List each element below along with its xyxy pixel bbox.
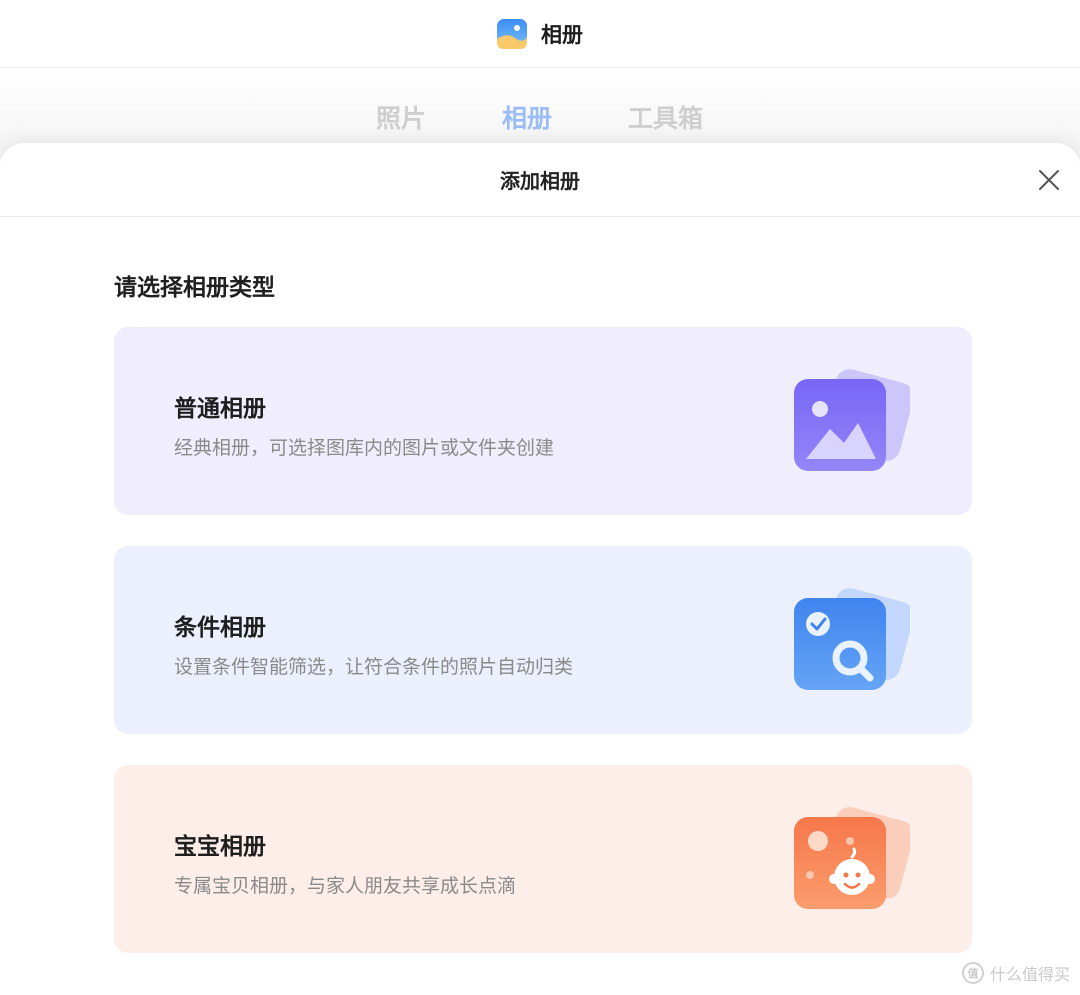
tab-toolbox[interactable]: 工具箱 — [628, 99, 703, 135]
album-type-heading: 请选择相册类型 — [114, 275, 275, 301]
card-description: 设置条件智能筛选，让符合条件的照片自动归类 — [174, 656, 574, 678]
app-header: 相册 — [0, 0, 1080, 68]
card-description: 经典相册，可选择图库内的图片或文件夹创建 — [174, 437, 555, 459]
watermark: 值 什么值得买 — [961, 961, 1070, 985]
baby-album-card[interactable]: 宝宝相册 专属宝贝相册，与家人朋友共享成长点滴 — [114, 765, 972, 953]
sheet-header: 添加相册 — [0, 143, 1080, 217]
add-album-sheet: 添加相册 请选择相册类型 普通相册 经典相册，可选择图库内的图片或文件夹创建 条… — [0, 143, 1080, 995]
card-title: 宝宝相册 — [174, 834, 266, 860]
image-album-icon — [794, 369, 910, 471]
card-title: 普通相册 — [174, 396, 266, 422]
close-icon[interactable] — [1034, 165, 1064, 195]
tab-photos[interactable]: 照片 — [376, 99, 426, 135]
card-title: 条件相册 — [174, 615, 266, 641]
baby-album-icon — [794, 807, 910, 909]
tab-albums[interactable]: 相册 — [502, 99, 552, 135]
watermark-badge-icon: 值 — [961, 962, 984, 984]
condition-album-card[interactable]: 条件相册 设置条件智能筛选，让符合条件的照片自动归类 — [114, 546, 972, 734]
card-description: 专属宝贝相册，与家人朋友共享成长点滴 — [174, 875, 517, 897]
smart-search-album-icon — [794, 588, 910, 690]
watermark-text: 什么值得买 — [989, 965, 1070, 984]
normal-album-card[interactable]: 普通相册 经典相册，可选择图库内的图片或文件夹创建 — [114, 327, 972, 515]
app-title: 相册 — [541, 22, 583, 47]
gallery-app-icon — [497, 18, 527, 49]
sheet-title: 添加相册 — [500, 169, 580, 193]
